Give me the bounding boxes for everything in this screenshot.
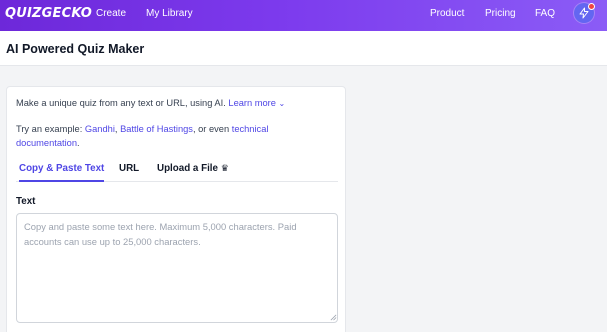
crown-icon: ♛ xyxy=(220,163,229,173)
nav-pricing-link[interactable]: Pricing xyxy=(485,8,516,19)
top-navigation-bar: QUIZGECKO Create My Library Product Pric… xyxy=(0,0,607,31)
page-title: AI Powered Quiz Maker xyxy=(6,42,145,56)
tab-url[interactable]: URL xyxy=(119,163,139,182)
learn-more-link[interactable]: Learn more ⌄ xyxy=(228,98,285,108)
page-header: AI Powered Quiz Maker xyxy=(0,31,607,66)
nav-product-link[interactable]: Product xyxy=(430,8,464,19)
text-field-label: Text xyxy=(16,196,36,207)
chevron-down-icon: ⌄ xyxy=(278,99,286,108)
tab-upload-file[interactable]: Upload a File ♛ xyxy=(157,163,229,182)
example-separator: , or even xyxy=(192,124,230,134)
nav-create-link[interactable]: Create xyxy=(96,8,126,19)
intro-description: Make a unique quiz from any text or URL,… xyxy=(16,98,226,108)
quizgecko-logo[interactable]: QUIZGECKO xyxy=(5,6,92,21)
nav-faq-link[interactable]: FAQ xyxy=(535,8,555,19)
example-gandhi-link[interactable]: Gandhi xyxy=(85,124,115,134)
example-suffix: . xyxy=(77,138,80,148)
intro-text: Make a unique quiz from any text or URL,… xyxy=(16,98,285,108)
tab-upload-file-label: Upload a File xyxy=(157,163,218,174)
input-method-tabs: Copy & Paste Text URL Upload a File ♛ xyxy=(16,163,338,182)
nav-my-library-link[interactable]: My Library xyxy=(146,8,193,19)
notification-badge xyxy=(588,3,595,10)
example-battle-of-hastings-link[interactable]: Battle of Hastings xyxy=(120,124,193,134)
example-separator: , xyxy=(114,124,118,134)
text-input[interactable] xyxy=(16,213,338,323)
example-text: Try an example: Gandhi, Battle of Hastin… xyxy=(16,122,306,150)
quiz-input-card: Make a unique quiz from any text or URL,… xyxy=(6,86,346,332)
example-prefix: Try an example: xyxy=(16,124,83,134)
tab-copy-paste-text[interactable]: Copy & Paste Text xyxy=(19,163,105,182)
